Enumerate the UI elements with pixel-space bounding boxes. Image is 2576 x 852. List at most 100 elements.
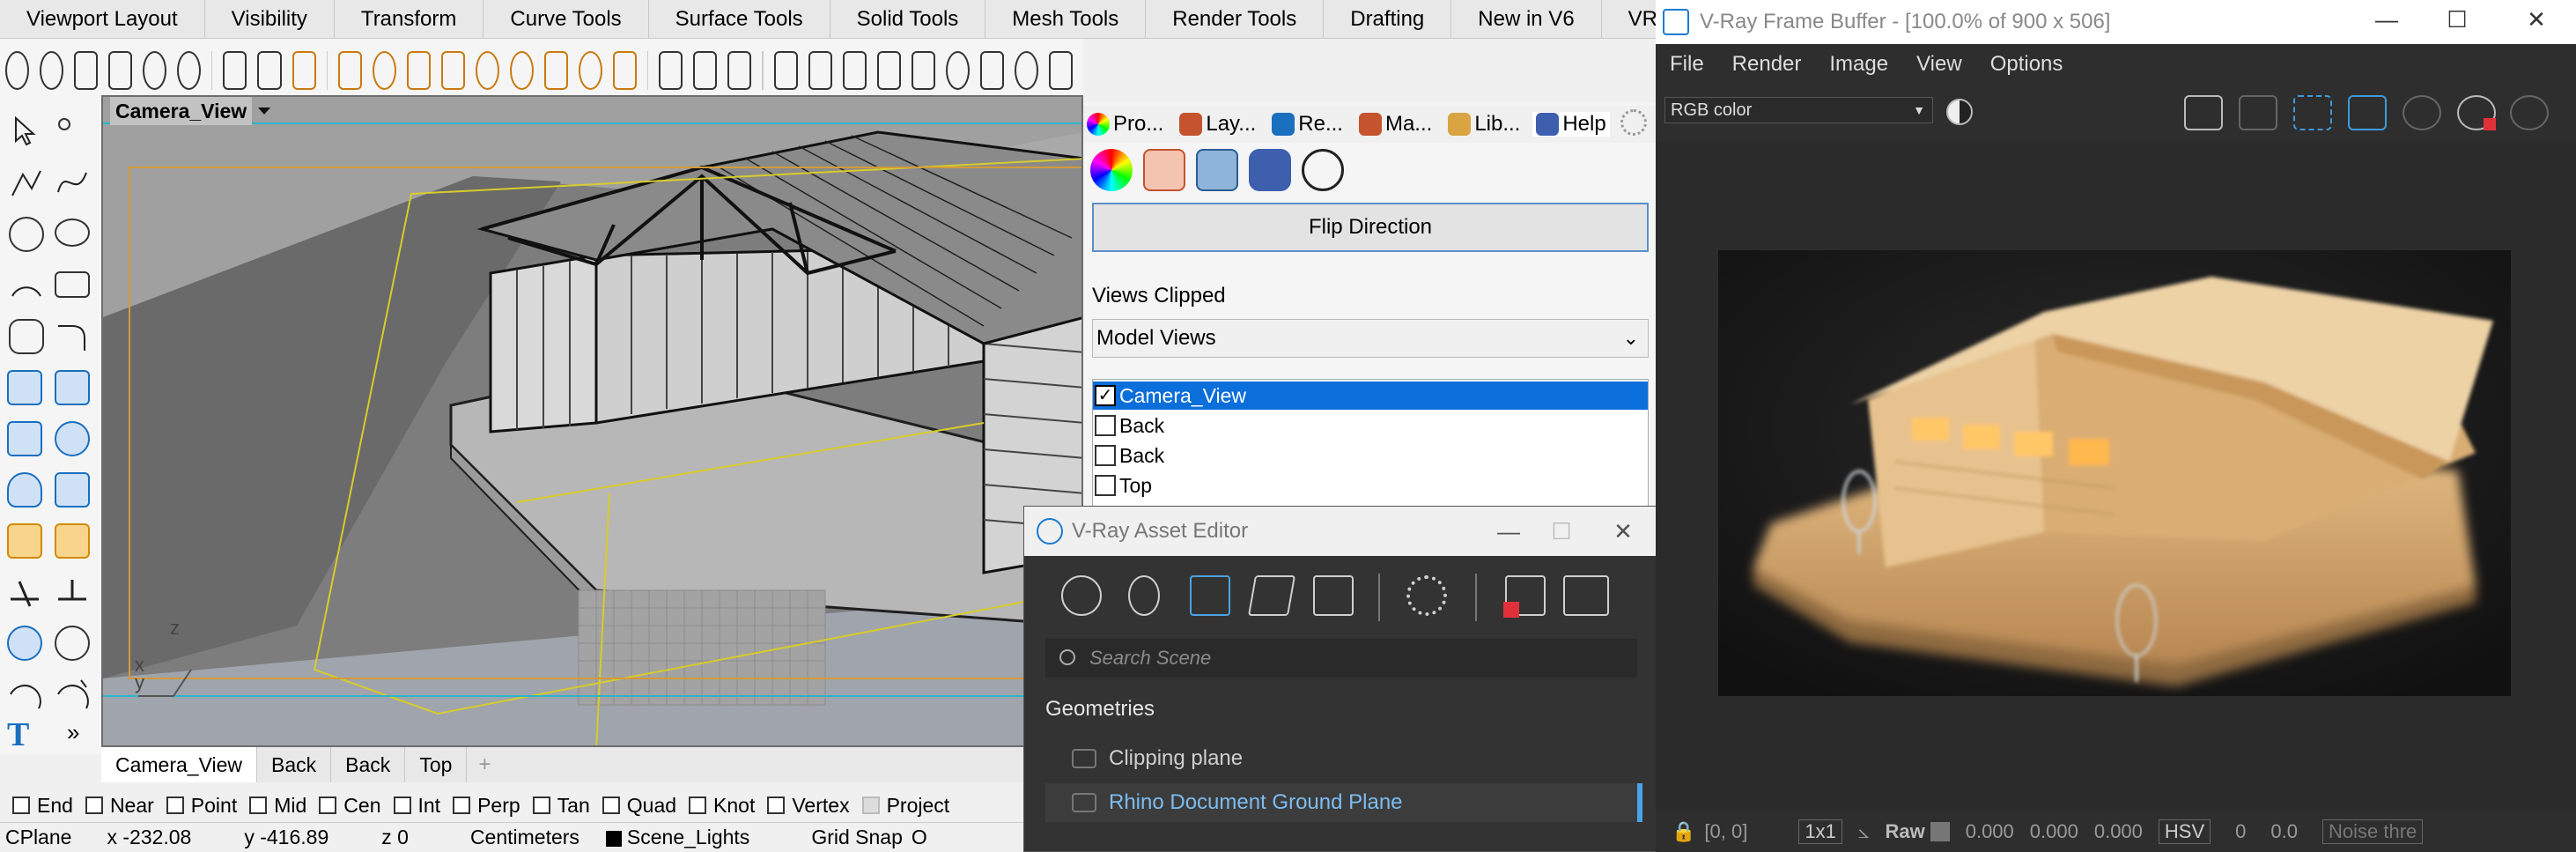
lights-icon[interactable] <box>1128 575 1160 616</box>
osnap-near[interactable]: Near <box>85 794 154 818</box>
toolbar-tab[interactable]: Visibility <box>205 0 335 39</box>
curve-from-object-icon[interactable] <box>55 677 90 712</box>
toolbar-tab[interactable]: Transform <box>335 0 484 39</box>
osnap-int[interactable]: Int <box>393 794 440 818</box>
frame-buffer-window-icon[interactable] <box>1563 575 1609 616</box>
vfb-close-button[interactable]: ✕ <box>2510 0 2563 41</box>
view-list-item[interactable]: Back <box>1093 441 1648 470</box>
textures-icon[interactable] <box>1313 575 1354 616</box>
sphere-solid-icon[interactable] <box>55 421 90 456</box>
viewport-title[interactable]: Camera_View <box>110 97 253 125</box>
checkbox[interactable] <box>393 796 411 814</box>
checkbox[interactable] <box>453 796 471 814</box>
transform-icon[interactable] <box>7 523 42 559</box>
panel-options-gear-icon[interactable] <box>1620 109 1647 136</box>
teapot-icon[interactable] <box>74 51 99 90</box>
checkbox[interactable] <box>319 796 337 814</box>
checkbox[interactable] <box>166 796 184 814</box>
viewport-tab[interactable]: Back <box>257 747 332 782</box>
database-icon[interactable] <box>1249 149 1291 191</box>
window-icon[interactable] <box>257 51 282 90</box>
view-list-item[interactable]: Back <box>1093 411 1648 440</box>
layers-stack-icon[interactable] <box>1247 575 1296 616</box>
fillet-curve-icon[interactable] <box>55 319 90 354</box>
toolbar-tab[interactable]: Viewport Layout <box>0 0 205 39</box>
curve-icon[interactable]: ⦣ <box>1858 820 1870 843</box>
clipping-plane-icon[interactable] <box>1196 149 1238 191</box>
copy-icon[interactable] <box>842 51 867 90</box>
text-icon[interactable]: T <box>7 718 42 754</box>
checkbox[interactable] <box>602 796 620 814</box>
checkbox[interactable] <box>1095 415 1116 436</box>
more-tools-icon[interactable]: » <box>67 719 102 754</box>
geometry-item[interactable]: Clipping plane <box>1045 739 1637 778</box>
directional-light-icon[interactable] <box>613 51 638 90</box>
geometry-cube-icon[interactable] <box>1190 575 1230 616</box>
checkbox[interactable] <box>767 796 786 814</box>
toolbar-tab[interactable]: Render Tools <box>1146 0 1325 39</box>
osnap-vertex[interactable]: Vertex <box>767 794 850 818</box>
split-icon[interactable] <box>7 574 42 610</box>
viewport-tab[interactable]: Camera_View <box>101 747 258 782</box>
panel-tab-help[interactable]: Help <box>1532 112 1610 137</box>
checkbox[interactable] <box>532 796 550 814</box>
checkbox[interactable] <box>1095 445 1116 466</box>
crosshair-icon[interactable] <box>1014 51 1038 90</box>
refresh-icon[interactable] <box>143 51 167 90</box>
save-image-icon[interactable] <box>2184 95 2223 130</box>
omni-light-icon[interactable] <box>475 51 499 90</box>
panel-tab-ma[interactable]: Ma... <box>1355 112 1436 137</box>
osnap-project[interactable]: Project <box>861 794 949 818</box>
checkbox[interactable] <box>1095 475 1116 496</box>
osnap-point[interactable]: Point <box>166 794 237 818</box>
array-icon[interactable] <box>55 626 90 661</box>
select-arrow-icon[interactable] <box>9 115 44 150</box>
view-list-item[interactable]: ✓ Camera_View <box>1093 382 1648 410</box>
circle-icon[interactable] <box>9 217 44 252</box>
instance-icon[interactable] <box>876 51 901 90</box>
vray-render-icon[interactable] <box>5 51 30 90</box>
checkbox[interactable] <box>85 796 103 814</box>
rectangle-icon[interactable] <box>55 271 90 298</box>
toolbar-tab[interactable]: Surface Tools <box>649 0 830 39</box>
render-image[interactable] <box>1718 250 2511 696</box>
proxy-icon[interactable] <box>693 51 718 90</box>
checkbox[interactable]: ✓ <box>1095 385 1116 406</box>
polygon-icon[interactable] <box>9 319 44 354</box>
teapot-edit-icon[interactable] <box>108 51 133 90</box>
lock-icon[interactable] <box>1048 51 1074 90</box>
geometry-item[interactable]: Rhino Document Ground Plane <box>1045 783 1642 822</box>
panel-tab-lib[interactable]: Lib... <box>1444 112 1524 137</box>
maximize-button[interactable]: ☐ <box>1535 507 1588 556</box>
infinite-plane-icon[interactable] <box>659 51 683 90</box>
toolbar-tab[interactable]: Mesh Tools <box>985 0 1147 39</box>
vray-interactive-icon[interactable] <box>40 51 64 90</box>
mesh-light-icon[interactable] <box>406 51 431 90</box>
arc-icon[interactable] <box>9 268 44 303</box>
osnap-perp[interactable]: Perp <box>453 794 520 818</box>
extrude-surface-icon[interactable] <box>55 370 90 405</box>
views-clipped-select[interactable]: Model Views ⌄ <box>1092 319 1649 358</box>
render-teapot-icon[interactable] <box>2510 95 2549 130</box>
spot-light-icon[interactable] <box>337 51 362 90</box>
material-brush-icon[interactable] <box>1143 149 1185 191</box>
materials-icon[interactable] <box>1061 575 1102 616</box>
mesh-clipper-icon[interactable] <box>808 51 832 90</box>
color-mode-select[interactable]: HSV <box>2158 819 2211 844</box>
clear-image-icon[interactable] <box>2239 95 2277 130</box>
checkbox[interactable] <box>12 796 30 814</box>
vray-logo-icon[interactable] <box>1302 149 1344 191</box>
checkbox[interactable] <box>861 796 880 814</box>
region-render-icon[interactable] <box>2293 95 2332 130</box>
edit-icon[interactable] <box>911 51 935 90</box>
channel-select[interactable]: RGB color ▼ <box>1664 97 1933 123</box>
cplane-label[interactable]: CPlane <box>5 826 71 849</box>
trees-icon[interactable] <box>979 51 1004 90</box>
viewport-menu-arrow-icon[interactable] <box>253 97 276 125</box>
settings-panel-icon[interactable] <box>292 51 316 90</box>
zoom-select[interactable]: 1x1 <box>1798 819 1842 844</box>
dimension-icon[interactable] <box>7 677 42 712</box>
color-wheel-icon[interactable] <box>1090 149 1133 191</box>
osnap-quad[interactable]: Quad <box>602 794 676 818</box>
panel-tab-lay[interactable]: Lay... <box>1176 112 1259 137</box>
